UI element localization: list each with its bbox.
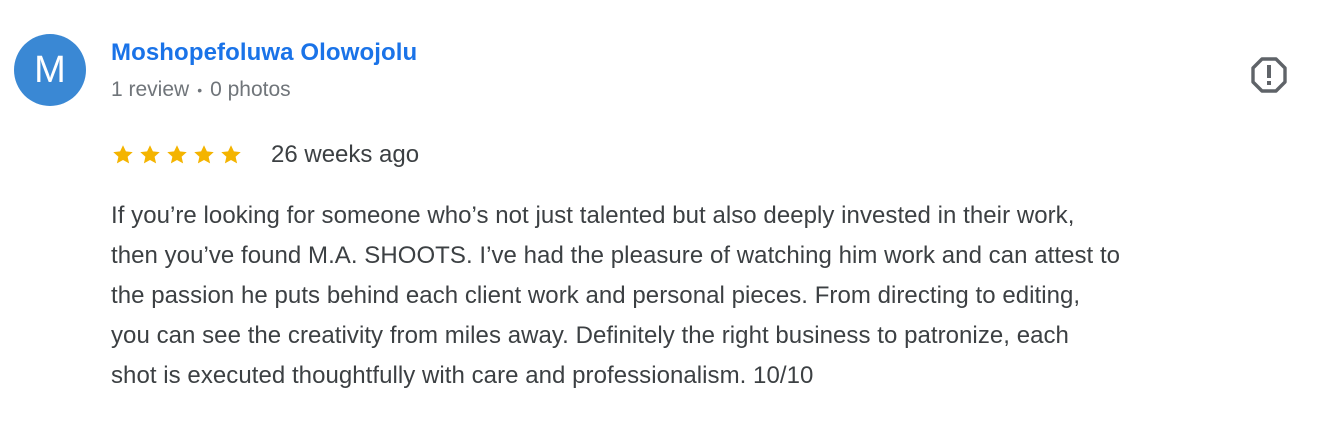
- review-text: If you’re looking for someone who’s not …: [111, 202, 1121, 389]
- report-flag-icon: [1250, 56, 1288, 94]
- report-review-button[interactable]: [1250, 56, 1288, 94]
- star-icon: [192, 143, 216, 167]
- photo-count: 0 photos: [210, 78, 291, 101]
- avatar-initial: M: [34, 49, 66, 91]
- meta-separator: •: [197, 82, 203, 98]
- star-icon: [165, 143, 189, 167]
- star-icon: [111, 143, 135, 167]
- review-card: M Moshopefoluwa Olowojolu 1 review • 0 p…: [0, 0, 1338, 442]
- reviewer-meta: 1 review • 0 photos: [111, 77, 291, 103]
- star-rating: [111, 143, 243, 167]
- reviewer-name-link[interactable]: Moshopefoluwa Olowojolu: [111, 38, 417, 68]
- star-icon: [219, 143, 243, 167]
- review-timestamp: 26 weeks ago: [271, 141, 420, 168]
- review-count: 1 review: [111, 78, 190, 101]
- rating-row: 26 weeks ago: [111, 139, 419, 171]
- avatar[interactable]: M: [14, 34, 86, 106]
- star-icon: [138, 143, 162, 167]
